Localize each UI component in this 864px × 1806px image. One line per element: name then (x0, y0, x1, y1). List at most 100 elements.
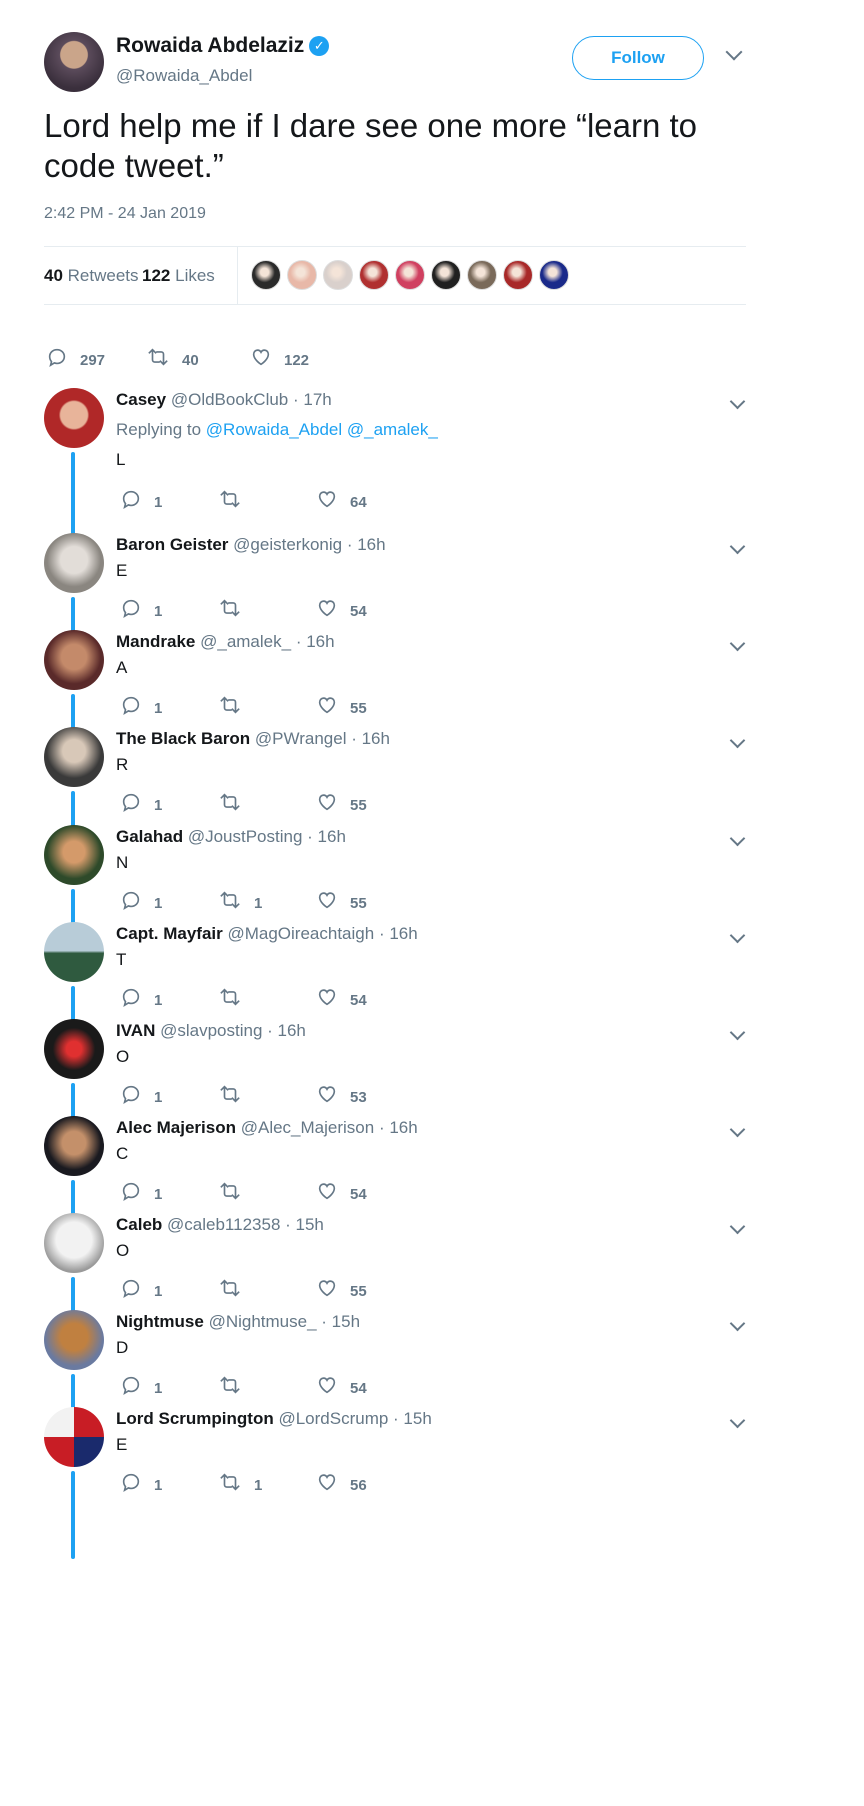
reply-author-handle[interactable]: @PWrangel (255, 729, 347, 748)
reply-button[interactable]: 1 (120, 1374, 162, 1397)
reply-avatar[interactable] (44, 630, 104, 690)
tweet-timestamp[interactable]: 2:42 PM - 24 Jan 2019 (44, 205, 206, 223)
replying-to-link[interactable]: @Rowaida_Abdel (206, 420, 342, 439)
like-button[interactable]: 55 (316, 889, 367, 912)
reply-time[interactable]: · 16h (351, 729, 390, 748)
replying-to-link[interactable]: @_amalek_ (347, 420, 438, 439)
reply-author-handle[interactable]: @OldBookClub (171, 390, 288, 409)
chevron-down-icon[interactable] (729, 1024, 746, 1041)
like-button[interactable]: 56 (316, 1471, 367, 1494)
reply-time[interactable]: · 16h (379, 1118, 418, 1137)
like-button[interactable]: 55 (316, 694, 367, 717)
reply-avatar[interactable] (44, 825, 104, 885)
reply-button[interactable]: 1 (120, 1277, 162, 1300)
chevron-down-icon[interactable] (729, 1315, 746, 1332)
retweet-button[interactable] (218, 488, 254, 511)
reply-avatar[interactable] (44, 388, 104, 448)
author-avatar[interactable] (44, 32, 104, 92)
reply-author-name[interactable]: Galahad (116, 827, 183, 846)
reply-button[interactable]: 1 (120, 1180, 162, 1203)
reply-button[interactable]: 1 (120, 986, 162, 1009)
reply-author-name[interactable]: The Black Baron (116, 729, 250, 748)
reply-button[interactable]: 1 (120, 791, 162, 814)
liker-avatar[interactable] (359, 260, 389, 290)
follow-button[interactable]: Follow (572, 36, 704, 80)
liker-avatar[interactable] (287, 260, 317, 290)
likes-stat[interactable]: 122 Likes (142, 266, 215, 286)
reply-time[interactable]: · 16h (379, 924, 418, 943)
retweet-button[interactable] (218, 694, 254, 717)
reply-avatar[interactable] (44, 922, 104, 982)
reply-button[interactable]: 1 (120, 597, 162, 620)
reply-author-name[interactable]: Lord Scrumpington (116, 1409, 274, 1428)
retweet-button[interactable] (218, 597, 254, 620)
reply-avatar[interactable] (44, 1310, 104, 1370)
reply-author-handle[interactable]: @LordScrump (278, 1409, 388, 1428)
reply-time[interactable]: · 17h (293, 390, 332, 409)
reply-button[interactable]: 1 (120, 694, 162, 717)
reply-button[interactable]: 1 (120, 889, 162, 912)
liker-avatar[interactable] (503, 260, 533, 290)
like-button[interactable]: 54 (316, 597, 367, 620)
retweet-button[interactable] (218, 1083, 254, 1106)
author-name[interactable]: Rowaida Abdelaziz (116, 34, 304, 57)
chevron-down-icon[interactable] (729, 830, 746, 847)
reply-time[interactable]: · 16h (347, 535, 386, 554)
like-button[interactable]: 122 (250, 346, 309, 369)
like-button[interactable]: 54 (316, 986, 367, 1009)
retweet-button[interactable]: 1 (218, 889, 262, 912)
liker-avatar[interactable] (539, 260, 569, 290)
reply-button[interactable]: 297 (46, 346, 105, 369)
author-handle[interactable]: @Rowaida_Abdel (116, 66, 252, 86)
retweet-button[interactable]: 40 (146, 346, 199, 369)
reply-time[interactable]: · 16h (296, 632, 335, 651)
like-button[interactable]: 55 (316, 1277, 367, 1300)
reply-author-name[interactable]: Baron Geister (116, 535, 228, 554)
reply-button[interactable]: 1 (120, 488, 162, 511)
chevron-down-icon[interactable] (729, 927, 746, 944)
liker-avatar[interactable] (467, 260, 497, 290)
reply-author-handle[interactable]: @caleb112358 (167, 1215, 280, 1234)
reply-avatar[interactable] (44, 1407, 104, 1467)
reply-author-name[interactable]: Alec Majerison (116, 1118, 236, 1137)
retweet-button[interactable] (218, 791, 254, 814)
reply-time[interactable]: · 15h (285, 1215, 324, 1234)
chevron-down-icon[interactable] (725, 43, 743, 61)
reply-author-handle[interactable]: @_amalek_ (200, 632, 291, 651)
reply-avatar[interactable] (44, 1116, 104, 1176)
like-button[interactable]: 64 (316, 488, 367, 511)
reply-avatar[interactable] (44, 1019, 104, 1079)
chevron-down-icon[interactable] (729, 1121, 746, 1138)
liker-avatar[interactable] (395, 260, 425, 290)
like-button[interactable]: 53 (316, 1083, 367, 1106)
reply-author-name[interactable]: Mandrake (116, 632, 195, 651)
reply-time[interactable]: · 15h (393, 1409, 432, 1428)
reply-author-handle[interactable]: @Nightmuse_ (209, 1312, 317, 1331)
reply-author-name[interactable]: Capt. Mayfair (116, 924, 223, 943)
reply-button[interactable]: 1 (120, 1083, 162, 1106)
liker-avatar[interactable] (323, 260, 353, 290)
retweet-button[interactable] (218, 1277, 254, 1300)
reply-time[interactable]: · 16h (307, 827, 346, 846)
reply-avatar[interactable] (44, 533, 104, 593)
liker-avatar[interactable] (431, 260, 461, 290)
reply-author-handle[interactable]: @geisterkonig (233, 535, 342, 554)
chevron-down-icon[interactable] (729, 732, 746, 749)
chevron-down-icon[interactable] (729, 1412, 746, 1429)
like-button[interactable]: 54 (316, 1374, 367, 1397)
reply-author-name[interactable]: Caleb (116, 1215, 162, 1234)
like-button[interactable]: 55 (316, 791, 367, 814)
reply-avatar[interactable] (44, 1213, 104, 1273)
retweet-button[interactable] (218, 986, 254, 1009)
reply-author-handle[interactable]: @JoustPosting (188, 827, 303, 846)
reply-author-handle[interactable]: @Alec_Majerison (241, 1118, 374, 1137)
reply-time[interactable]: · 15h (321, 1312, 360, 1331)
reply-author-handle[interactable]: @slavposting (160, 1021, 262, 1040)
reply-author-handle[interactable]: @MagOireachtaigh (227, 924, 374, 943)
retweet-button[interactable] (218, 1180, 254, 1203)
retweet-button[interactable]: 1 (218, 1471, 262, 1494)
chevron-down-icon[interactable] (729, 635, 746, 652)
retweet-button[interactable] (218, 1374, 254, 1397)
liker-avatar[interactable] (251, 260, 281, 290)
chevron-down-icon[interactable] (729, 538, 746, 555)
